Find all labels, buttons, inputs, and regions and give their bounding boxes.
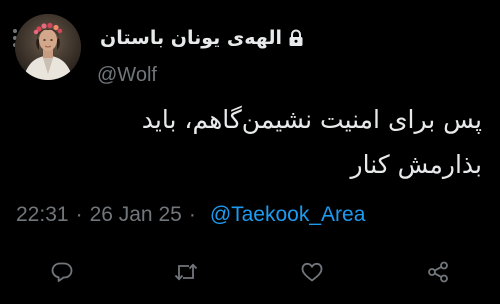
tweet-text-line: پس برای امنیت نشیمن‌گاهم، باید <box>141 105 482 134</box>
user-name-row[interactable]: الهه‌ی یونان باستان <box>100 26 304 50</box>
tweet-meta: 22:31 · 26 Jan 25 · @Taekook_Area <box>16 202 365 228</box>
tweet-text-line: بذارمش کنار <box>350 150 482 179</box>
separator: · <box>188 203 196 226</box>
retweet-icon <box>174 263 198 281</box>
reply-icon <box>51 262 73 282</box>
action-bar <box>0 258 500 288</box>
share-icon <box>428 261 448 283</box>
profile-photo-icon <box>15 14 81 80</box>
dot <box>13 29 17 33</box>
separator: · <box>75 203 83 226</box>
tweet-card: الهه‌ی یونان باستان @Wolf پس برای امنیت … <box>0 0 500 304</box>
display-name[interactable]: الهه‌ی یونان باستان <box>100 26 282 50</box>
user-handle[interactable]: @Wolf <box>97 63 157 87</box>
avatar[interactable] <box>15 14 81 80</box>
tweet-time[interactable]: 22:31 <box>16 202 69 228</box>
via-mention-link[interactable]: @Taekook_Area <box>210 202 366 228</box>
share-button[interactable] <box>424 258 452 286</box>
retweet-button[interactable] <box>172 258 200 286</box>
lock-icon <box>289 29 303 46</box>
tweet-text: پس برای امنیت نشیمن‌گاهم، باید بذارمش کن… <box>12 97 482 187</box>
like-button[interactable] <box>298 258 326 286</box>
reply-button[interactable] <box>48 258 76 286</box>
heart-icon <box>301 262 323 282</box>
tweet-date[interactable]: 26 Jan 25 <box>90 202 182 228</box>
